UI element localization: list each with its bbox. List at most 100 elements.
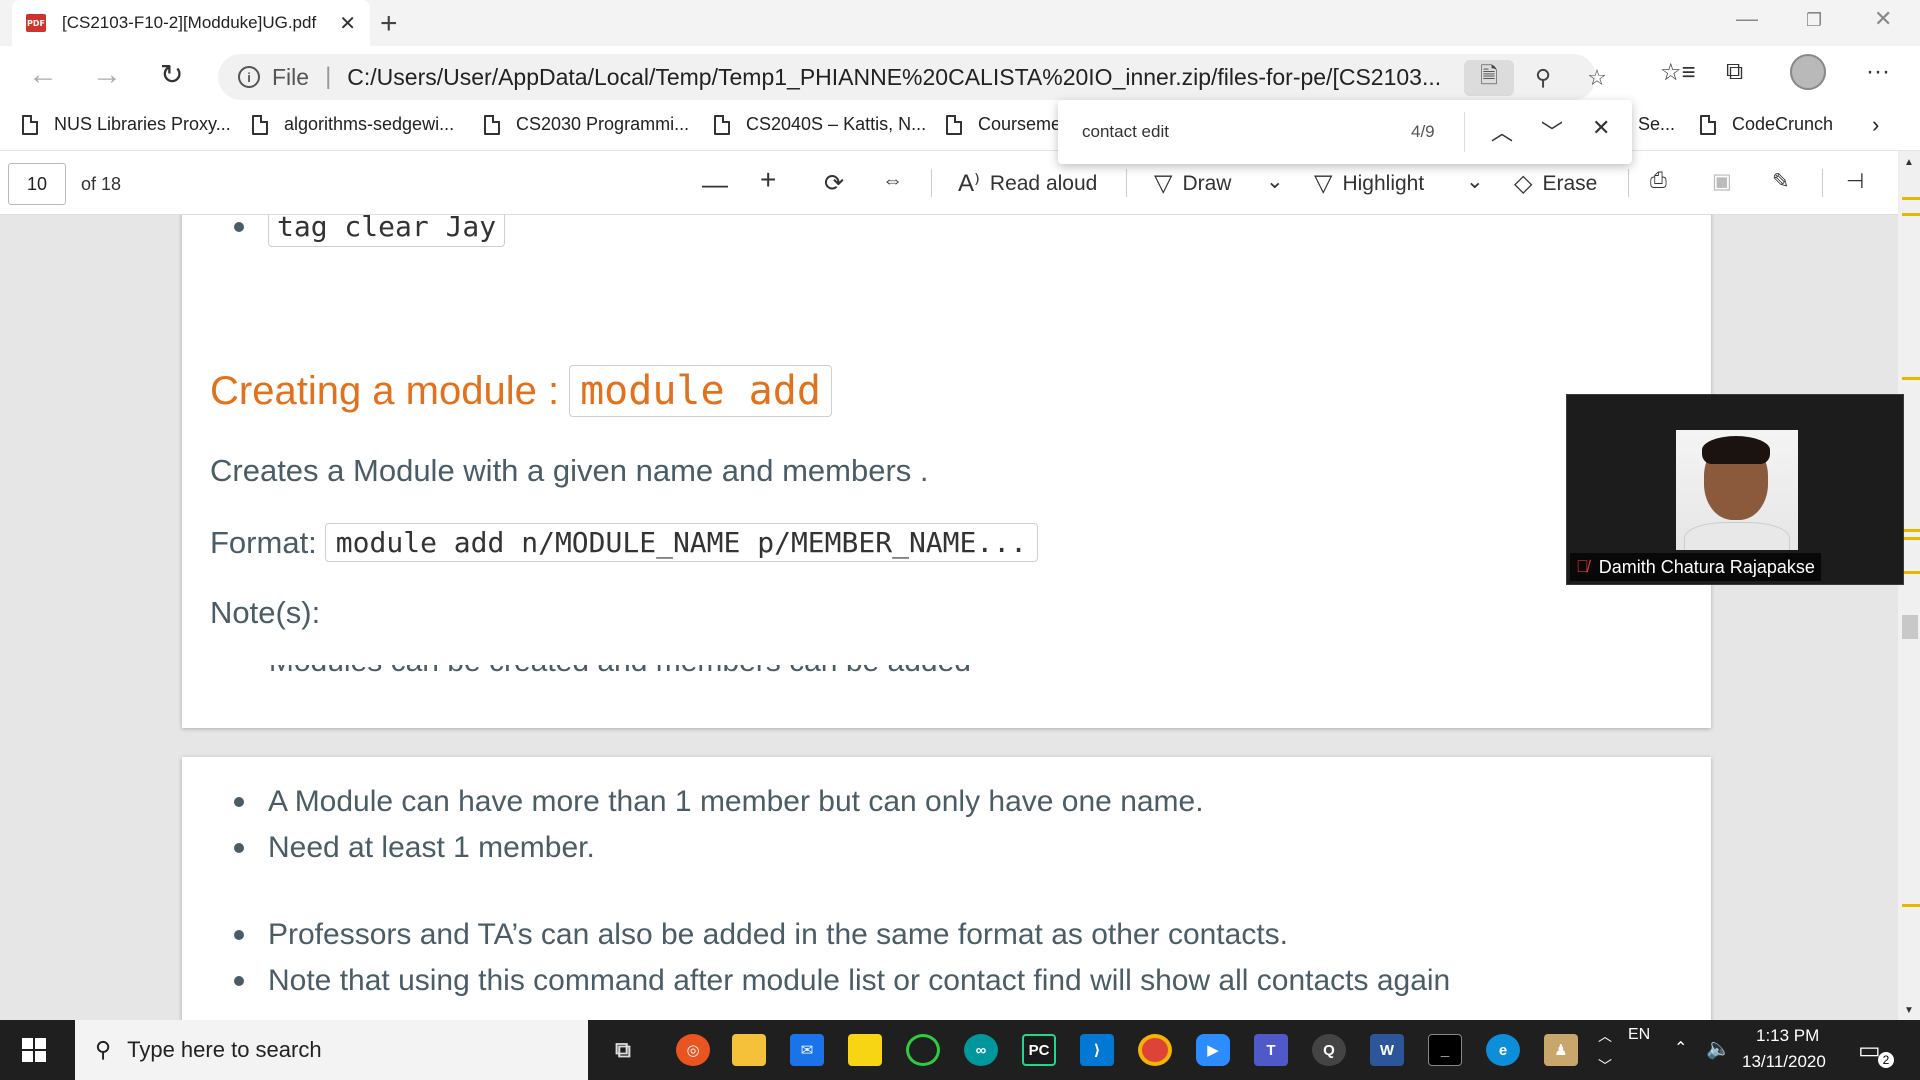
erase-button[interactable]: ◇ Erase — [1514, 169, 1597, 198]
restore-icon[interactable]: ❐ — [1806, 10, 1822, 31]
format-line: Format: module add n/MODULE_NAME p/MEMBE… — [210, 523, 1038, 562]
minimize-icon[interactable]: — — [1736, 6, 1758, 32]
toolbar-divider — [1126, 169, 1127, 197]
volume-icon[interactable]: 🔈 — [1706, 1036, 1731, 1061]
search-hit-marker — [1902, 529, 1920, 532]
scheme-label: File — [272, 63, 310, 90]
back-icon[interactable]: ← — [28, 58, 58, 92]
sticky-notes-icon[interactable] — [848, 1034, 882, 1066]
highlight-icon: ▽ — [1314, 170, 1333, 197]
favorite-item[interactable]: Courseme — [946, 114, 1061, 135]
url-text[interactable]: C:/Users/User/AppData/Local/Temp/Temp1_P… — [347, 64, 1457, 91]
fit-width-icon[interactable]: ⇔ — [882, 169, 903, 193]
chevron-up-icon[interactable]: ︿ — [1598, 1026, 1612, 1046]
favorites-icon[interactable]: ☆≡ — [1660, 58, 1696, 87]
favorite-item[interactable]: CodeCrunch — [1700, 114, 1833, 135]
window-close-icon[interactable]: ✕ — [1874, 6, 1892, 32]
search-icon: ⚲ — [95, 1037, 112, 1062]
edge-icon[interactable]: e — [1486, 1034, 1520, 1066]
collections-icon[interactable]: ⧉ — [1726, 58, 1743, 86]
favorite-item[interactable]: CS2030 Programmi... — [484, 114, 689, 135]
page-number-input[interactable]: 10 — [8, 163, 66, 205]
forward-icon[interactable]: → — [92, 58, 122, 92]
chevron-up-icon[interactable]: ︿ — [1491, 115, 1513, 147]
bullet-dot — [234, 976, 244, 986]
clock-time[interactable]: 1:13 PM — [1756, 1026, 1819, 1046]
pdf-viewer[interactable]: tag clear Jay Creating a module : module… — [0, 215, 1920, 1020]
save-as-icon[interactable]: ✎ — [1772, 169, 1790, 194]
zoom-icon[interactable]: ▶ — [1196, 1034, 1230, 1066]
search-hit-marker — [1902, 571, 1920, 574]
favorite-item[interactable]: algorithms-sedgewi... — [252, 114, 454, 135]
reader-view-icon[interactable]: 🗎 — [1464, 60, 1514, 96]
favorite-item[interactable]: CS2040S – Kattis, N... — [714, 114, 926, 135]
eraser-icon: ◇ — [1514, 170, 1533, 197]
chevron-down-icon[interactable]: ﹀ — [1541, 115, 1563, 147]
task-view-icon[interactable]: ⧉ — [606, 1034, 640, 1066]
zoom-icon[interactable]: ⚲ — [1518, 60, 1568, 96]
chevron-right-icon[interactable]: › — [1872, 112, 1879, 138]
profile-avatar[interactable] — [1790, 54, 1826, 90]
draw-dropdown-icon[interactable]: ⌄ — [1266, 169, 1284, 194]
word-icon[interactable]: W — [1370, 1034, 1404, 1066]
scroll-up-icon[interactable]: ▲ — [1904, 157, 1914, 168]
browser-tab[interactable]: PDF [CS2103-F10-2][Modduke]UG.pdf ✕ — [12, 0, 370, 46]
list-item: Note that using this command after modul… — [234, 964, 1450, 998]
info-icon[interactable]: i — [238, 66, 260, 88]
arduino-icon[interactable]: ∞ — [964, 1034, 998, 1066]
new-tab-icon[interactable]: + — [380, 7, 398, 41]
format-code: module add n/MODULE_NAME p/MEMBER_NAME..… — [324, 523, 1038, 562]
vertical-scrollbar[interactable]: ▲ ▼ — [1898, 151, 1920, 1020]
favorite-item[interactable]: NUS Libraries Proxy... — [22, 114, 231, 135]
app-ring-icon[interactable] — [906, 1034, 940, 1066]
scroll-down-icon[interactable]: ▼ — [1904, 1005, 1914, 1016]
language-indicator[interactable]: EN — [1628, 1026, 1650, 1044]
mail-icon[interactable]: ✉ — [790, 1034, 824, 1066]
tab-strip: PDF [CS2103-F10-2][Modduke]UG.pdf ✕ + — … — [0, 0, 1920, 46]
read-aloud-button[interactable]: A⁾ Read aloud — [958, 169, 1097, 198]
pin-icon[interactable]: ⊣ — [1846, 169, 1864, 194]
close-icon[interactable]: ✕ — [1592, 115, 1610, 141]
search-hit-marker — [1902, 213, 1920, 216]
taskbar-search[interactable]: ⚲ Type here to search — [75, 1020, 588, 1080]
scroll-thumb[interactable] — [1902, 615, 1918, 639]
chevron-down-icon[interactable]: ﹀ — [1598, 1056, 1612, 1076]
clipped-line: • Modules can be created and members can… — [250, 665, 1150, 675]
section-heading: Creating a module : module add — [210, 365, 832, 417]
favorite-item[interactable]: Se... — [1638, 114, 1675, 135]
address-bar[interactable]: i File | C:/Users/User/AppData/Local/Tem… — [218, 54, 1607, 100]
contacts-app-icon[interactable]: ♟ — [1544, 1034, 1578, 1066]
show-hidden-icons[interactable]: ⌃ — [1674, 1038, 1687, 1058]
page-icon — [946, 114, 962, 135]
rotate-icon[interactable]: ⟳ — [824, 169, 844, 198]
file-explorer-icon[interactable] — [732, 1034, 766, 1066]
list-item: Professors and TA’s can also be added in… — [234, 918, 1288, 952]
vscode-icon[interactable]: ⟩ — [1080, 1034, 1114, 1066]
bullet-dot — [234, 797, 244, 807]
bullet-dot — [234, 843, 244, 853]
teams-icon[interactable]: T — [1254, 1034, 1288, 1066]
list-item: tag clear Jay — [234, 215, 506, 247]
favorites-bar: NUS Libraries Proxy... algorithms-sedgew… — [0, 106, 1920, 151]
favorite-star-icon[interactable]: ☆ — [1572, 60, 1622, 96]
clock-date[interactable]: 13/11/2020 — [1742, 1052, 1826, 1072]
pycharm-icon[interactable]: PC — [1022, 1034, 1056, 1066]
zoom-out-icon[interactable]: — — [702, 169, 728, 200]
page-icon — [22, 114, 38, 135]
refresh-icon[interactable]: ↻ — [160, 58, 183, 91]
highlight-dropdown-icon[interactable]: ⌄ — [1466, 169, 1484, 194]
save-icon[interactable]: ▣ — [1712, 169, 1732, 194]
print-icon[interactable]: ⎙ — [1650, 169, 1667, 193]
more-menu-icon[interactable]: ··· — [1866, 58, 1890, 86]
find-input[interactable]: contact edit — [1082, 122, 1169, 142]
draw-button[interactable]: ▽ Draw — [1154, 169, 1231, 198]
chrome-icon[interactable] — [1138, 1034, 1172, 1066]
close-icon[interactable]: ✕ — [339, 11, 356, 36]
zoom-in-icon[interactable]: + — [760, 164, 776, 196]
search-app-icon[interactable]: Q — [1312, 1034, 1346, 1066]
video-tile[interactable]: 🎙̸ Damith Chatura Rajapakse — [1566, 394, 1904, 585]
windows-start-icon[interactable] — [22, 1038, 46, 1062]
highlight-button[interactable]: ▽ Highlight — [1314, 169, 1424, 198]
terminal-icon[interactable]: _ — [1428, 1034, 1462, 1066]
ubuntu-icon[interactable]: ◎ — [676, 1034, 710, 1066]
